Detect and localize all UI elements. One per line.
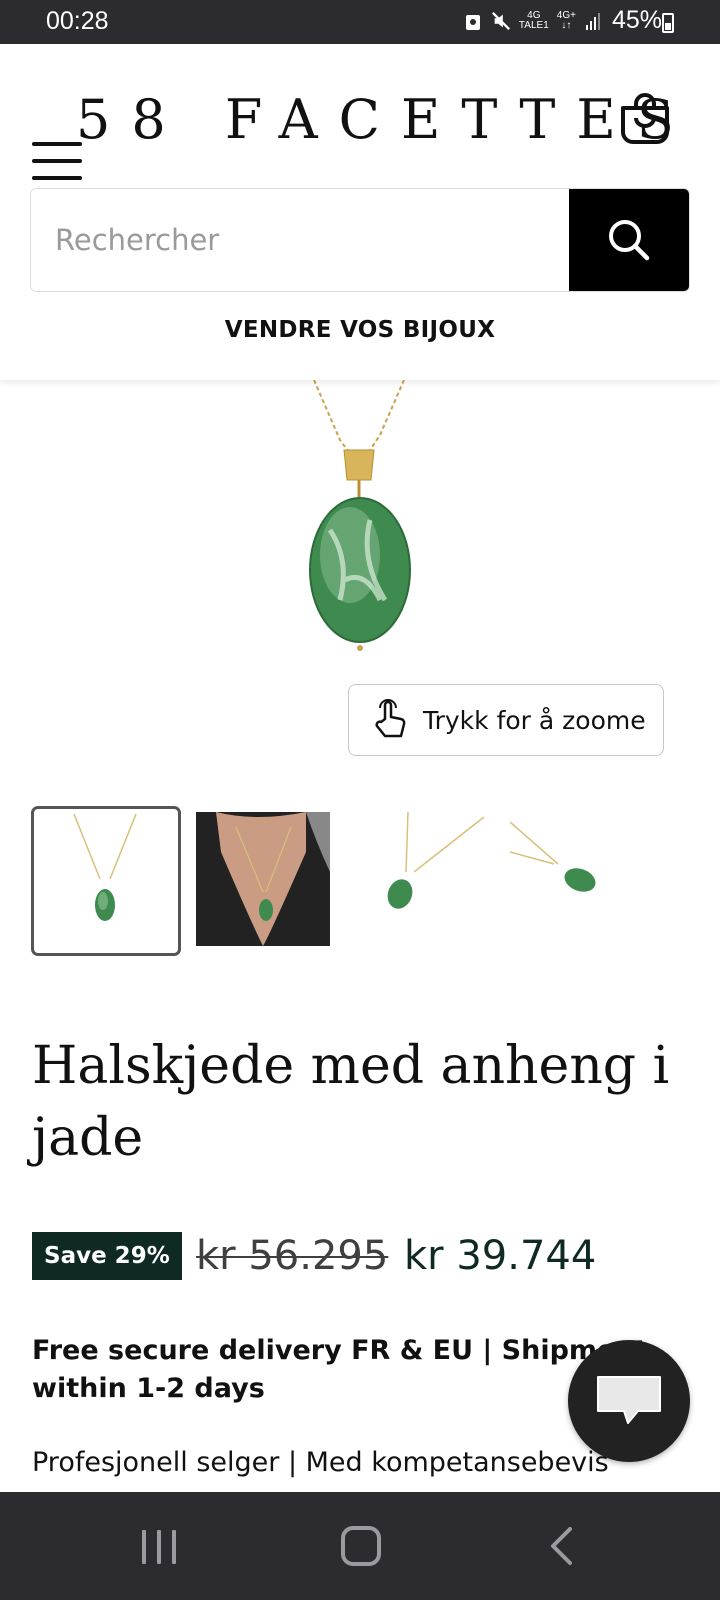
thumbnail-3-image xyxy=(387,811,485,909)
save-badge: Save 29% xyxy=(32,1232,182,1280)
product-title: Halskjede med anheng i jade xyxy=(32,1036,670,1168)
network-sub-label: TALE1 xyxy=(518,19,549,31)
search-bar xyxy=(30,188,690,292)
site-logo[interactable]: 58 FACETTES xyxy=(76,88,674,152)
android-nav-bar xyxy=(0,1492,720,1600)
shopping-bag-icon[interactable] xyxy=(618,90,672,146)
network2-label: 4G+ xyxy=(556,9,576,21)
chat-button[interactable] xyxy=(568,1340,690,1462)
status-time: 00:28 xyxy=(46,7,109,35)
thumbnail-1-image xyxy=(73,813,137,921)
sell-jewelry-link[interactable]: VENDRE VOS BIJOUX xyxy=(0,317,720,343)
search-icon xyxy=(609,220,650,261)
tap-to-zoom-button[interactable]: Trykk for å zoome xyxy=(348,684,664,756)
data-arrows: ↓↑ xyxy=(561,19,572,31)
network-4g-indicator: 4G TALE1 xyxy=(518,9,549,31)
home-icon[interactable] xyxy=(341,1526,381,1566)
thumbnail-3[interactable] xyxy=(358,811,492,946)
back-icon[interactable] xyxy=(548,1526,574,1566)
battery-percentage: 45% xyxy=(611,6,662,34)
thumbnail-4-image xyxy=(509,821,596,892)
recent-apps-icon[interactable] xyxy=(140,1528,178,1566)
product-main-image[interactable] xyxy=(0,380,720,680)
thumbnail-1[interactable] xyxy=(31,806,181,956)
search-button[interactable] xyxy=(569,189,689,291)
tap-hand-icon xyxy=(375,699,406,738)
mute-icon xyxy=(491,11,510,30)
status-icons: 4G TALE1 4G+ ↓↑ 45% xyxy=(463,6,662,35)
zoom-label: Trykk for å zoome xyxy=(423,705,646,735)
site-header: 58 FACETTES VENDRE VOS BIJOUX xyxy=(0,44,720,380)
battery-icon xyxy=(662,13,674,33)
search-input[interactable] xyxy=(31,189,569,291)
network-4g-plus-indicator: 4G+ ↓↑ xyxy=(556,9,576,31)
compare-at-price: kr 56.295 xyxy=(196,1233,389,1279)
signal-icon xyxy=(585,12,600,30)
network-label: 4G xyxy=(527,9,541,21)
lock-screen-icon xyxy=(465,14,480,30)
thumbnail-4[interactable] xyxy=(509,812,644,946)
status-bar: 00:28 4G TALE1 4G+ ↓↑ 45% xyxy=(0,0,720,44)
thumbnail-2[interactable] xyxy=(196,812,330,946)
sale-price: kr 39.744 xyxy=(404,1233,597,1279)
hamburger-menu-icon[interactable] xyxy=(32,142,82,180)
thumbnail-2-image xyxy=(196,812,330,946)
chat-bubble-icon xyxy=(597,1376,661,1424)
